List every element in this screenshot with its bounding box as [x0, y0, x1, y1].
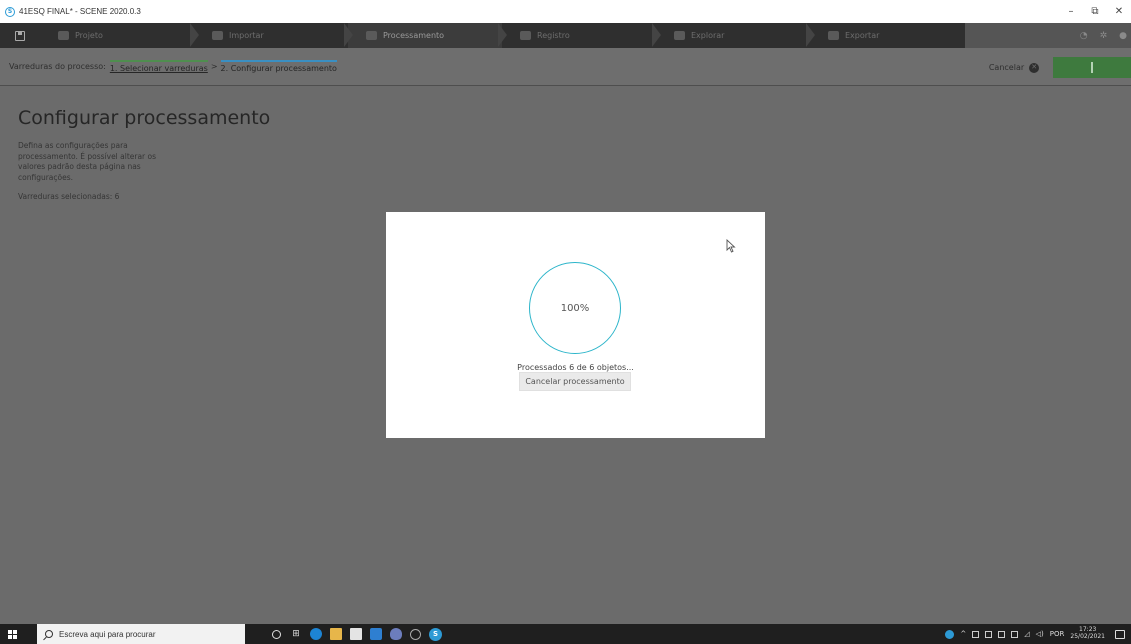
breadcrumb-label: Varreduras do processo:	[9, 62, 106, 71]
info-icon[interactable]: ●	[1119, 31, 1127, 41]
progress-status-text: Processados 6 de 6 objetos...	[517, 363, 634, 372]
nav-step-label: Projeto	[75, 31, 103, 40]
windows-logo-pane	[7, 634, 12, 639]
mail-icon[interactable]	[370, 628, 382, 640]
windows-taskbar: ⊞ S ^ ◿ ◁) POR 17:23 25/02/2021	[0, 624, 1131, 644]
display-icon[interactable]	[1011, 630, 1019, 638]
edge-browser-icon[interactable]	[310, 628, 322, 640]
chevron-right-icon	[344, 23, 353, 47]
chevron-right-icon	[498, 23, 507, 47]
nav-step-label: Explorar	[691, 31, 725, 40]
maximize-button[interactable]: ⧉	[1083, 0, 1107, 23]
nav-utility-icons: ◔ ✲ ●	[965, 23, 1131, 48]
nav-step-label: Importar	[229, 31, 264, 40]
explore-icon	[674, 31, 685, 40]
cancel-label: Cancelar	[988, 63, 1025, 72]
wifi-icon[interactable]: ◿	[1024, 630, 1029, 638]
registration-icon	[520, 31, 531, 40]
chevron-right-icon	[806, 23, 815, 47]
import-icon	[212, 31, 223, 40]
file-explorer-icon[interactable]	[330, 628, 342, 640]
nav-step-projeto[interactable]: Projeto	[40, 23, 194, 48]
scene-app-icon: S	[5, 6, 15, 17]
windows-logo-pane	[12, 629, 17, 634]
window-title: 41ESQ FINAL* - SCENE 2020.0.3	[19, 7, 141, 16]
progress-ring: 100%	[529, 262, 621, 354]
progress-percent: 100%	[560, 302, 590, 314]
mouse-cursor-icon	[726, 239, 736, 253]
taskbar-clock[interactable]: 17:23 25/02/2021	[1070, 626, 1105, 641]
minimize-button[interactable]: –	[1059, 0, 1083, 23]
search-icon	[45, 630, 53, 638]
settings-icon[interactable]: ✲	[1100, 31, 1108, 41]
clock-date: 25/02/2021	[1070, 633, 1105, 640]
export-icon	[828, 31, 839, 40]
system-tray: ^ ◿ ◁) POR 17:23 25/02/2021	[945, 626, 1131, 641]
page-title: Configurar processamento	[18, 107, 271, 129]
usb-icon[interactable]	[998, 630, 1006, 638]
security-shield-icon[interactable]	[390, 628, 402, 640]
nav-step-processamento[interactable]: Processamento	[344, 23, 502, 48]
workflow-nav: Projeto Importar Processamento Registro …	[0, 23, 1131, 48]
cursor-bar-icon	[1091, 62, 1093, 73]
processing-icon	[366, 31, 377, 40]
screen: S 41ESQ FINAL* - SCENE 2020.0.3 – ⧉ ✕ Pr…	[0, 0, 1131, 644]
close-button[interactable]: ✕	[1107, 0, 1131, 23]
window-controls: – ⧉ ✕	[1059, 0, 1131, 23]
taskbar-search-input[interactable]	[59, 629, 229, 639]
scene-taskbar-icon[interactable]: S	[429, 627, 442, 641]
chevron-right-icon	[190, 23, 199, 47]
windows-logo-pane	[12, 634, 17, 639]
task-view-icon[interactable]: ⊞	[290, 628, 302, 640]
window-titlebar: S 41ESQ FINAL* - SCENE 2020.0.3 – ⧉ ✕	[0, 0, 1131, 23]
cancel-button[interactable]: Cancelar ✕	[982, 58, 1046, 77]
breadcrumb-separator: >	[210, 62, 218, 71]
save-project-button[interactable]	[0, 23, 40, 48]
floppy-icon	[15, 30, 25, 41]
folder-icon	[58, 31, 69, 40]
processing-progress-dialog: 100% Processados 6 de 6 objetos... Cance…	[386, 212, 765, 438]
store-icon[interactable]	[350, 628, 362, 640]
cancel-processing-button[interactable]: Cancelar processamento	[519, 372, 631, 391]
onedrive-icon[interactable]	[985, 630, 993, 638]
nav-step-importar[interactable]: Importar	[190, 23, 348, 48]
process-breadcrumb-bar: Varreduras do processo: 1. Selecionar va…	[0, 48, 1131, 86]
start-button[interactable]	[0, 624, 24, 644]
nav-step-label: Exportar	[845, 31, 880, 40]
run-processing-button[interactable]	[1053, 57, 1131, 78]
chevron-right-icon	[652, 23, 661, 47]
windows-logo-icon	[7, 629, 12, 634]
pinned-apps: ⊞ S	[271, 627, 442, 641]
close-circle-icon: ✕	[1029, 62, 1040, 73]
volume-icon[interactable]: ◁)	[1036, 630, 1044, 638]
network-icon[interactable]	[972, 630, 980, 638]
notification-center-icon[interactable]	[1115, 629, 1125, 639]
nav-step-exportar[interactable]: Exportar	[806, 23, 964, 48]
nav-step-label: Registro	[537, 31, 570, 40]
cortana-icon[interactable]	[272, 629, 281, 639]
chevron-up-icon[interactable]: ^	[960, 630, 966, 638]
selected-scans-count: Varreduras selecionadas: 6	[18, 192, 120, 201]
breadcrumb-step-configure[interactable]: 2. Configurar processamento	[220, 60, 337, 73]
chrome-icon[interactable]	[410, 628, 421, 640]
app-tray-icon[interactable]	[945, 629, 955, 639]
taskbar-search[interactable]	[37, 624, 245, 644]
breadcrumb-step-select-scans[interactable]: 1. Selecionar varreduras	[109, 60, 208, 73]
nav-step-explorar[interactable]: Explorar	[652, 23, 810, 48]
language-indicator[interactable]: POR	[1050, 630, 1065, 638]
nav-step-label: Processamento	[383, 31, 445, 40]
help-icon[interactable]: ◔	[1080, 31, 1088, 41]
nav-step-registro[interactable]: Registro	[498, 23, 656, 48]
page-description: Defina as configurações para processamen…	[18, 141, 157, 182]
